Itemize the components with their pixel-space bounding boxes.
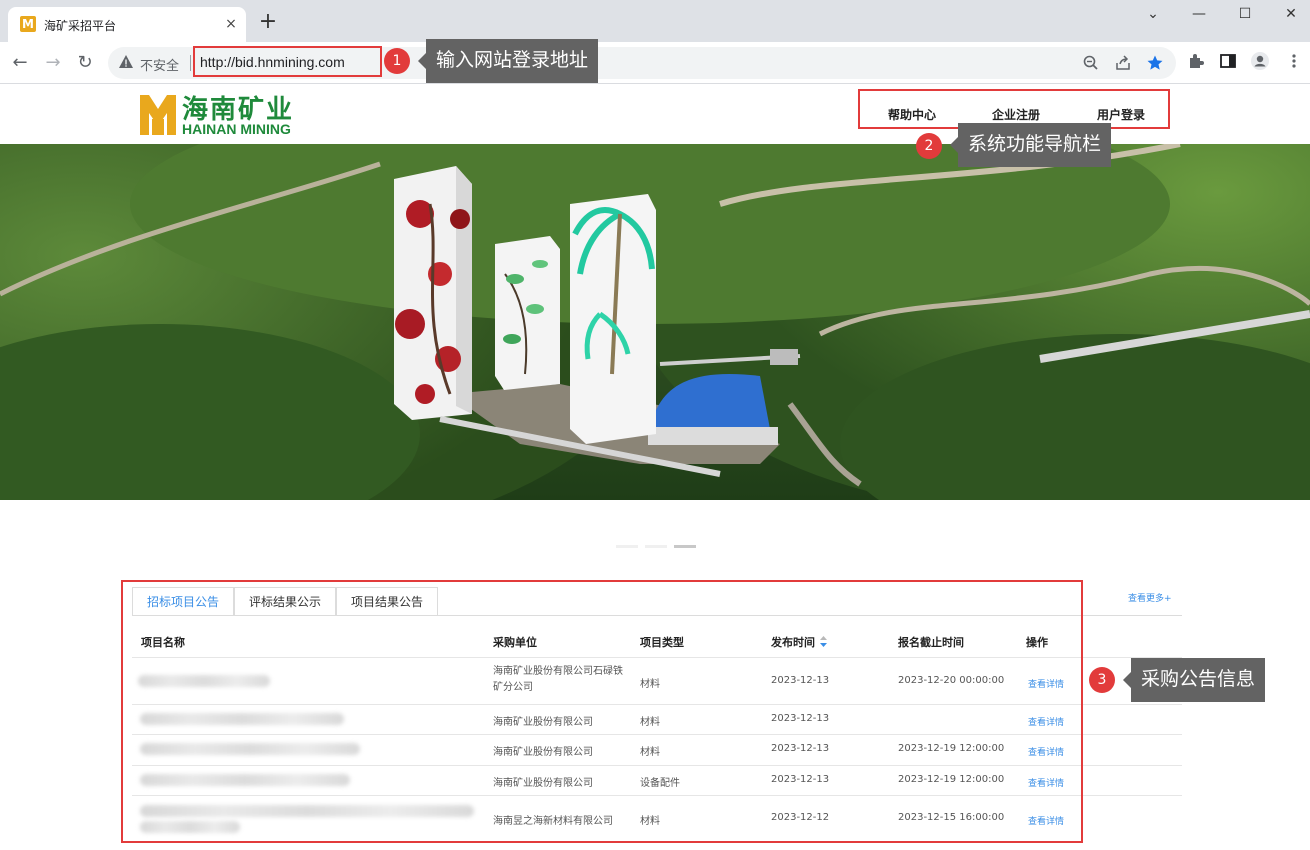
tab-search-icon[interactable]: ⌄ [1138,4,1168,24]
annotation-callout-2: 系统功能导航栏 [949,123,1112,167]
view-more-link[interactable]: 查看更多+ [1128,591,1172,604]
menu-icon[interactable] [1284,51,1304,71]
carousel-dot-1[interactable] [616,545,638,548]
new-tab-button[interactable]: + [256,11,280,35]
warning-icon[interactable] [118,54,134,70]
share-icon[interactable] [1114,54,1132,72]
logo-mark-icon[interactable] [138,93,178,137]
bookmark-star-icon[interactable] [1146,54,1164,72]
favicon-icon: M [20,16,36,32]
extensions-icon[interactable] [1186,51,1206,71]
zoom-icon[interactable] [1082,54,1100,72]
logo-english-name[interactable]: HAINAN MINING [182,121,291,137]
annotation-box-url [193,46,382,77]
forward-button[interactable]: → [41,51,65,75]
security-status[interactable]: 不安全 [140,55,179,74]
profile-icon[interactable] [1250,51,1270,71]
tab-close-icon[interactable]: × [222,15,240,33]
hero-mine-photo [0,144,1310,500]
close-window-button[interactable]: ✕ [1276,4,1306,24]
carousel-dot-2[interactable] [645,545,667,548]
hero-banner [0,144,1310,500]
annotation-badge-3: 3 [1089,667,1115,693]
annotation-box-announcements [121,580,1083,843]
minimize-button[interactable]: — [1184,4,1214,24]
annotation-callout-1: 输入网站登录地址 [417,39,599,83]
annotation-callout-3: 采购公告信息 [1122,658,1266,702]
annotation-badge-2: 2 [916,133,942,159]
omnibox-divider [190,55,191,71]
back-button[interactable]: ← [8,51,32,75]
browser-tabstrip: M 海矿采招平台 × + ⌄ — ☐ ✕ [0,0,1310,42]
maximize-button[interactable]: ☐ [1230,4,1260,24]
annotation-badge-1: 1 [384,48,410,74]
reload-button[interactable]: ↻ [73,51,97,75]
side-panel-icon[interactable] [1218,51,1238,71]
browser-tab[interactable]: M 海矿采招平台 × [8,7,246,42]
tab-title: 海矿采招平台 [44,19,117,33]
carousel-dot-3[interactable] [674,545,696,548]
